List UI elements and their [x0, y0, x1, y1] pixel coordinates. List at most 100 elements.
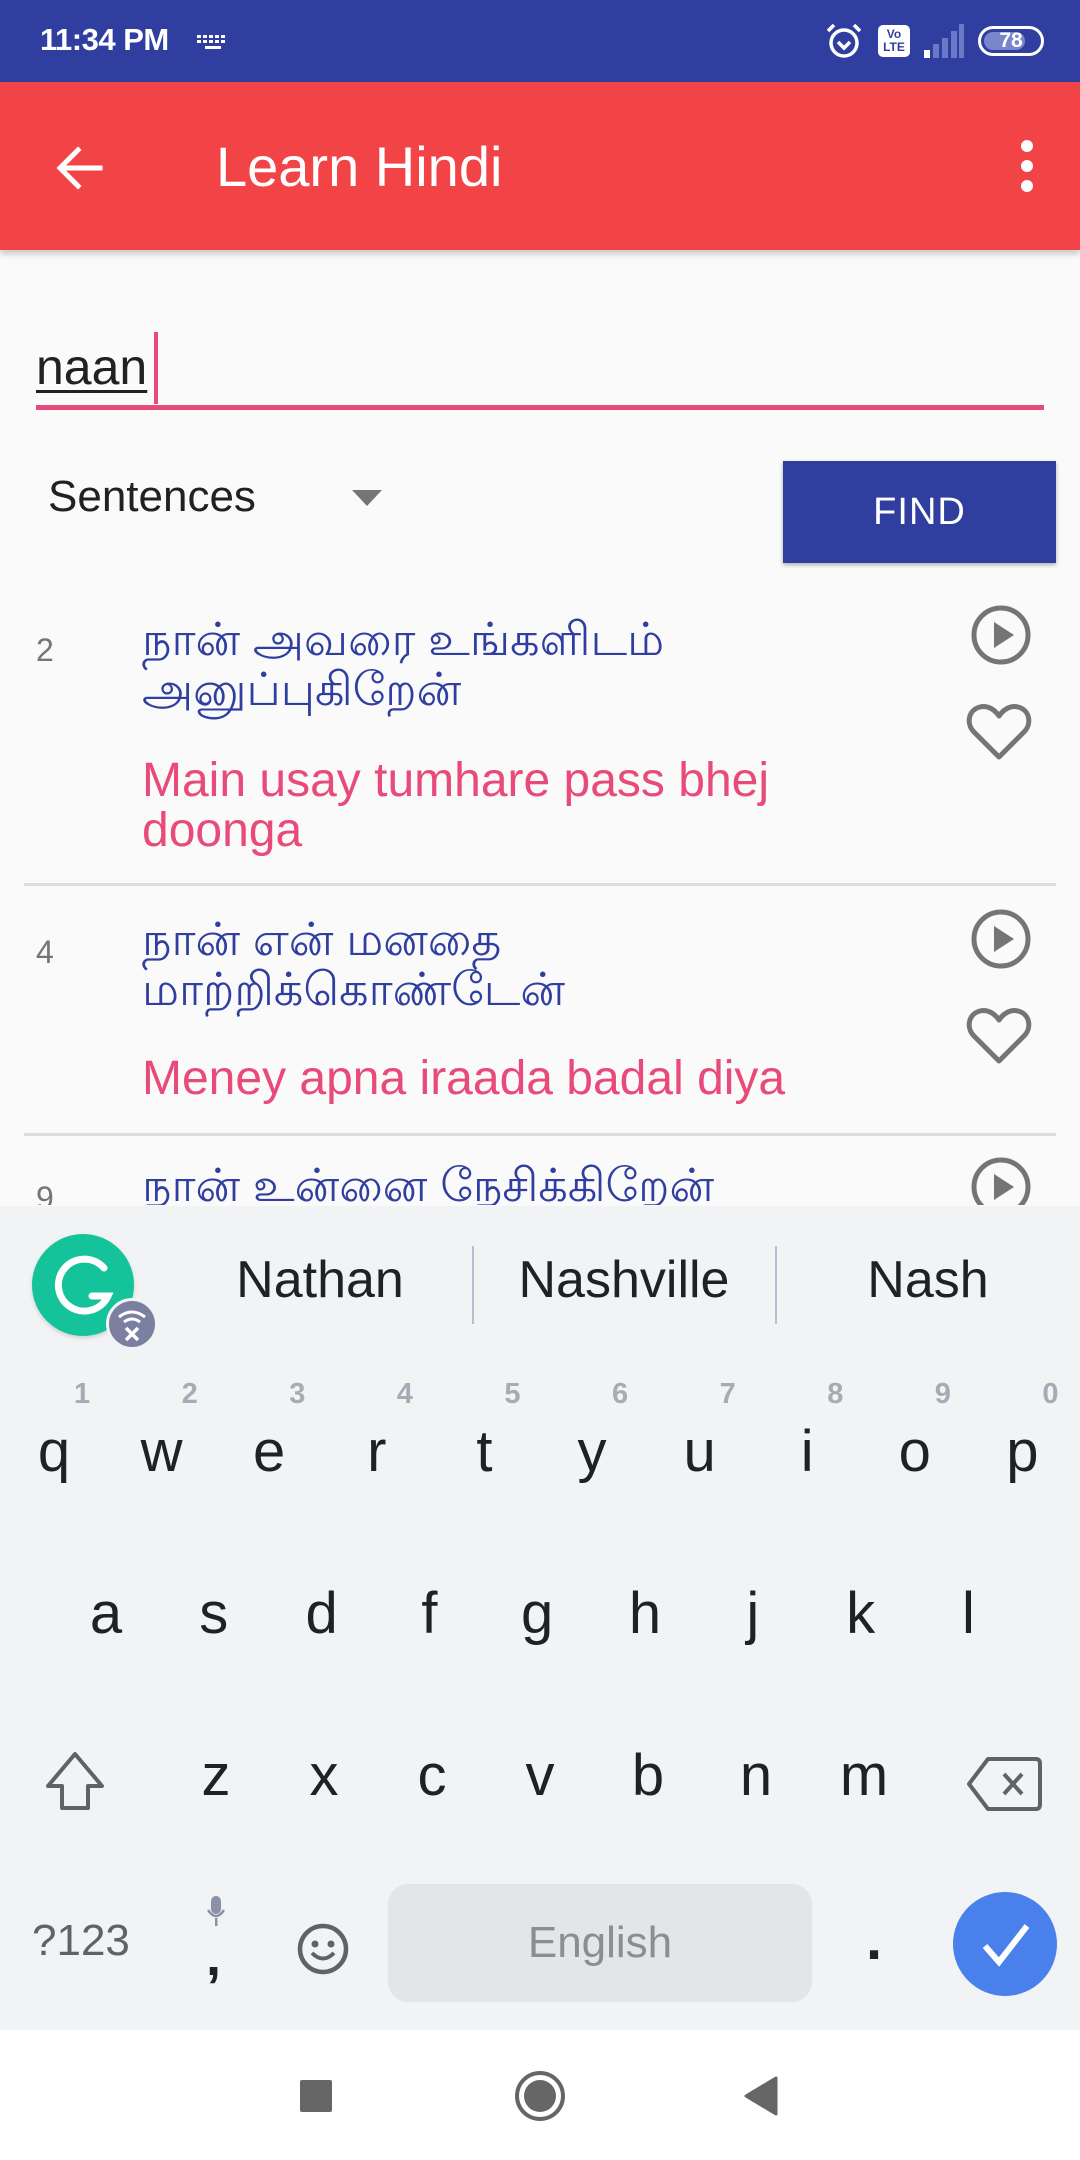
key-t[interactable]: 5t [434, 1378, 534, 1518]
key-n[interactable]: n [706, 1742, 806, 1882]
navigation-bar [0, 2030, 1080, 2160]
key-q[interactable]: 1q [4, 1378, 104, 1518]
key-label: r [367, 1419, 387, 1484]
key-k[interactable]: k [811, 1580, 911, 1720]
battery-icon: 78 [978, 26, 1044, 56]
suggestion-2[interactable]: Nashville [494, 1250, 754, 1310]
key-g[interactable]: g [487, 1580, 587, 1720]
filter-selected: Sentences [48, 472, 256, 521]
key-d[interactable]: d [272, 1580, 372, 1720]
symbols-key[interactable]: ?123 [32, 1916, 130, 1966]
key-c[interactable]: c [382, 1742, 482, 1882]
suggestion-divider [472, 1246, 474, 1324]
key-r[interactable]: 4r [327, 1378, 427, 1518]
key-p[interactable]: 0p [972, 1378, 1072, 1518]
tamil-text: நான் என் மனதை மாற்றிக்கொண்டேன் [142, 914, 962, 1014]
tamil-line: மாற்றிக்கொண்டேன் [142, 963, 566, 1015]
key-hint: 3 [289, 1378, 306, 1410]
volte-icon: Vo LTE [878, 25, 910, 57]
key-label: y [577, 1419, 607, 1484]
key-hint: 0 [1042, 1378, 1059, 1410]
key-hint: 1 [74, 1378, 91, 1410]
app-title: Learn Hindi [216, 135, 503, 198]
keyboard-icon [197, 35, 225, 49]
status-time: 11:34 PM [40, 22, 169, 57]
checkmark-icon [982, 1924, 1030, 1967]
tamil-line: நான் அவரை உங்களிடம் [142, 613, 665, 665]
key-label: q [37, 1419, 71, 1484]
key-b[interactable]: b [598, 1742, 698, 1882]
find-button[interactable]: FIND [783, 461, 1056, 563]
tamil-line: அனுப்புகிறேன் [142, 663, 462, 715]
key-l[interactable]: l [918, 1580, 1018, 1720]
key-w[interactable]: 2w [112, 1378, 212, 1518]
alarm-icon [826, 23, 862, 58]
key-label: p [1006, 1419, 1039, 1484]
suggestion-strip: Nathan Nashville Nash [0, 1206, 1080, 1366]
key-label: u [683, 1419, 716, 1484]
key-j[interactable]: j [703, 1580, 803, 1720]
key-x[interactable]: x [274, 1742, 374, 1882]
period-key[interactable]: . [866, 1906, 882, 1973]
key-label: t [476, 1419, 493, 1484]
key-o[interactable]: 9o [865, 1378, 965, 1518]
search-input-underline[interactable] [36, 330, 1044, 410]
key-s[interactable]: s [164, 1580, 264, 1720]
results-list[interactable]: 2 நான் அவரை உங்களிடம் அனுப்புகிறேன் Main… [0, 590, 1080, 1205]
key-a[interactable]: a [56, 1580, 156, 1720]
key-label: w [140, 1419, 183, 1484]
tamil-line: நான் உன்னை நேசிக்கிறேன் [142, 1159, 715, 1205]
backspace-icon[interactable] [966, 1756, 1042, 1812]
translit-line: Main usay tumhare pass bhej [142, 754, 769, 807]
more-vert-icon[interactable] [1002, 136, 1052, 196]
favorite-heart-icon[interactable] [966, 702, 1032, 762]
key-f[interactable]: f [379, 1580, 479, 1720]
result-row[interactable]: 2 நான் அவரை உங்களிடம் அனுப்புகிறேன் Main… [24, 590, 1056, 886]
status-bar: 11:34 PM Vo LTE 78 [0, 0, 1080, 82]
tamil-text: நான் உன்னை நேசிக்கிறேன் [142, 1160, 962, 1205]
signal-icon [924, 24, 964, 58]
comma-key[interactable]: , [196, 1896, 236, 1996]
key-v[interactable]: v [490, 1742, 590, 1882]
play-icon[interactable] [970, 604, 1032, 666]
key-hint: 5 [504, 1378, 521, 1410]
key-hint: 9 [934, 1378, 951, 1410]
play-icon[interactable] [970, 1156, 1032, 1205]
key-e[interactable]: 3e [219, 1378, 319, 1518]
key-y[interactable]: 6y [542, 1378, 642, 1518]
key-h[interactable]: h [595, 1580, 695, 1720]
translit-line: doonga [142, 804, 303, 857]
status-icons: Vo LTE 78 [824, 20, 1044, 62]
key-z[interactable]: z [166, 1742, 266, 1882]
home-button[interactable] [514, 2070, 566, 2122]
key-hint: 4 [396, 1378, 413, 1410]
space-key[interactable]: English [388, 1884, 812, 2002]
result-row[interactable]: 9 நான் உன்னை நேசிக்கிறேன் [24, 1136, 1056, 1205]
result-number: 4 [36, 934, 54, 970]
favorite-heart-icon[interactable] [966, 1006, 1032, 1066]
suggestion-1[interactable]: Nathan [190, 1250, 450, 1310]
play-icon[interactable] [970, 908, 1032, 970]
key-i[interactable]: 8i [757, 1378, 857, 1518]
result-number: 9 [36, 1180, 54, 1205]
key-hint: 7 [719, 1378, 736, 1410]
arrow-left-icon[interactable] [52, 138, 112, 198]
tamil-text: நான் அவரை உங்களிடம் அனுப்புகிறேன் [142, 614, 962, 714]
wifi-off-badge-icon [106, 1298, 158, 1350]
search-input-value[interactable]: naan [36, 338, 147, 396]
key-m[interactable]: m [814, 1742, 914, 1882]
transliteration-text: Meney apna iraada badal diya [142, 1054, 962, 1104]
filter-dropdown[interactable]: Sentences [48, 462, 388, 532]
emoji-icon[interactable] [296, 1922, 350, 1976]
battery-percent: 78 [999, 29, 1023, 52]
back-button[interactable] [742, 2076, 778, 2116]
key-u[interactable]: 7u [650, 1378, 750, 1518]
shift-icon[interactable] [42, 1750, 108, 1812]
enter-key[interactable] [953, 1892, 1057, 1996]
result-number: 2 [36, 632, 54, 668]
suggestion-3[interactable]: Nash [798, 1250, 1058, 1310]
microphone-icon [206, 1896, 226, 1926]
result-row[interactable]: 4 நான் என் மனதை மாற்றிக்கொண்டேன் Meney a… [24, 886, 1056, 1136]
recents-button[interactable] [298, 2078, 334, 2114]
key-hint: 6 [612, 1378, 629, 1410]
